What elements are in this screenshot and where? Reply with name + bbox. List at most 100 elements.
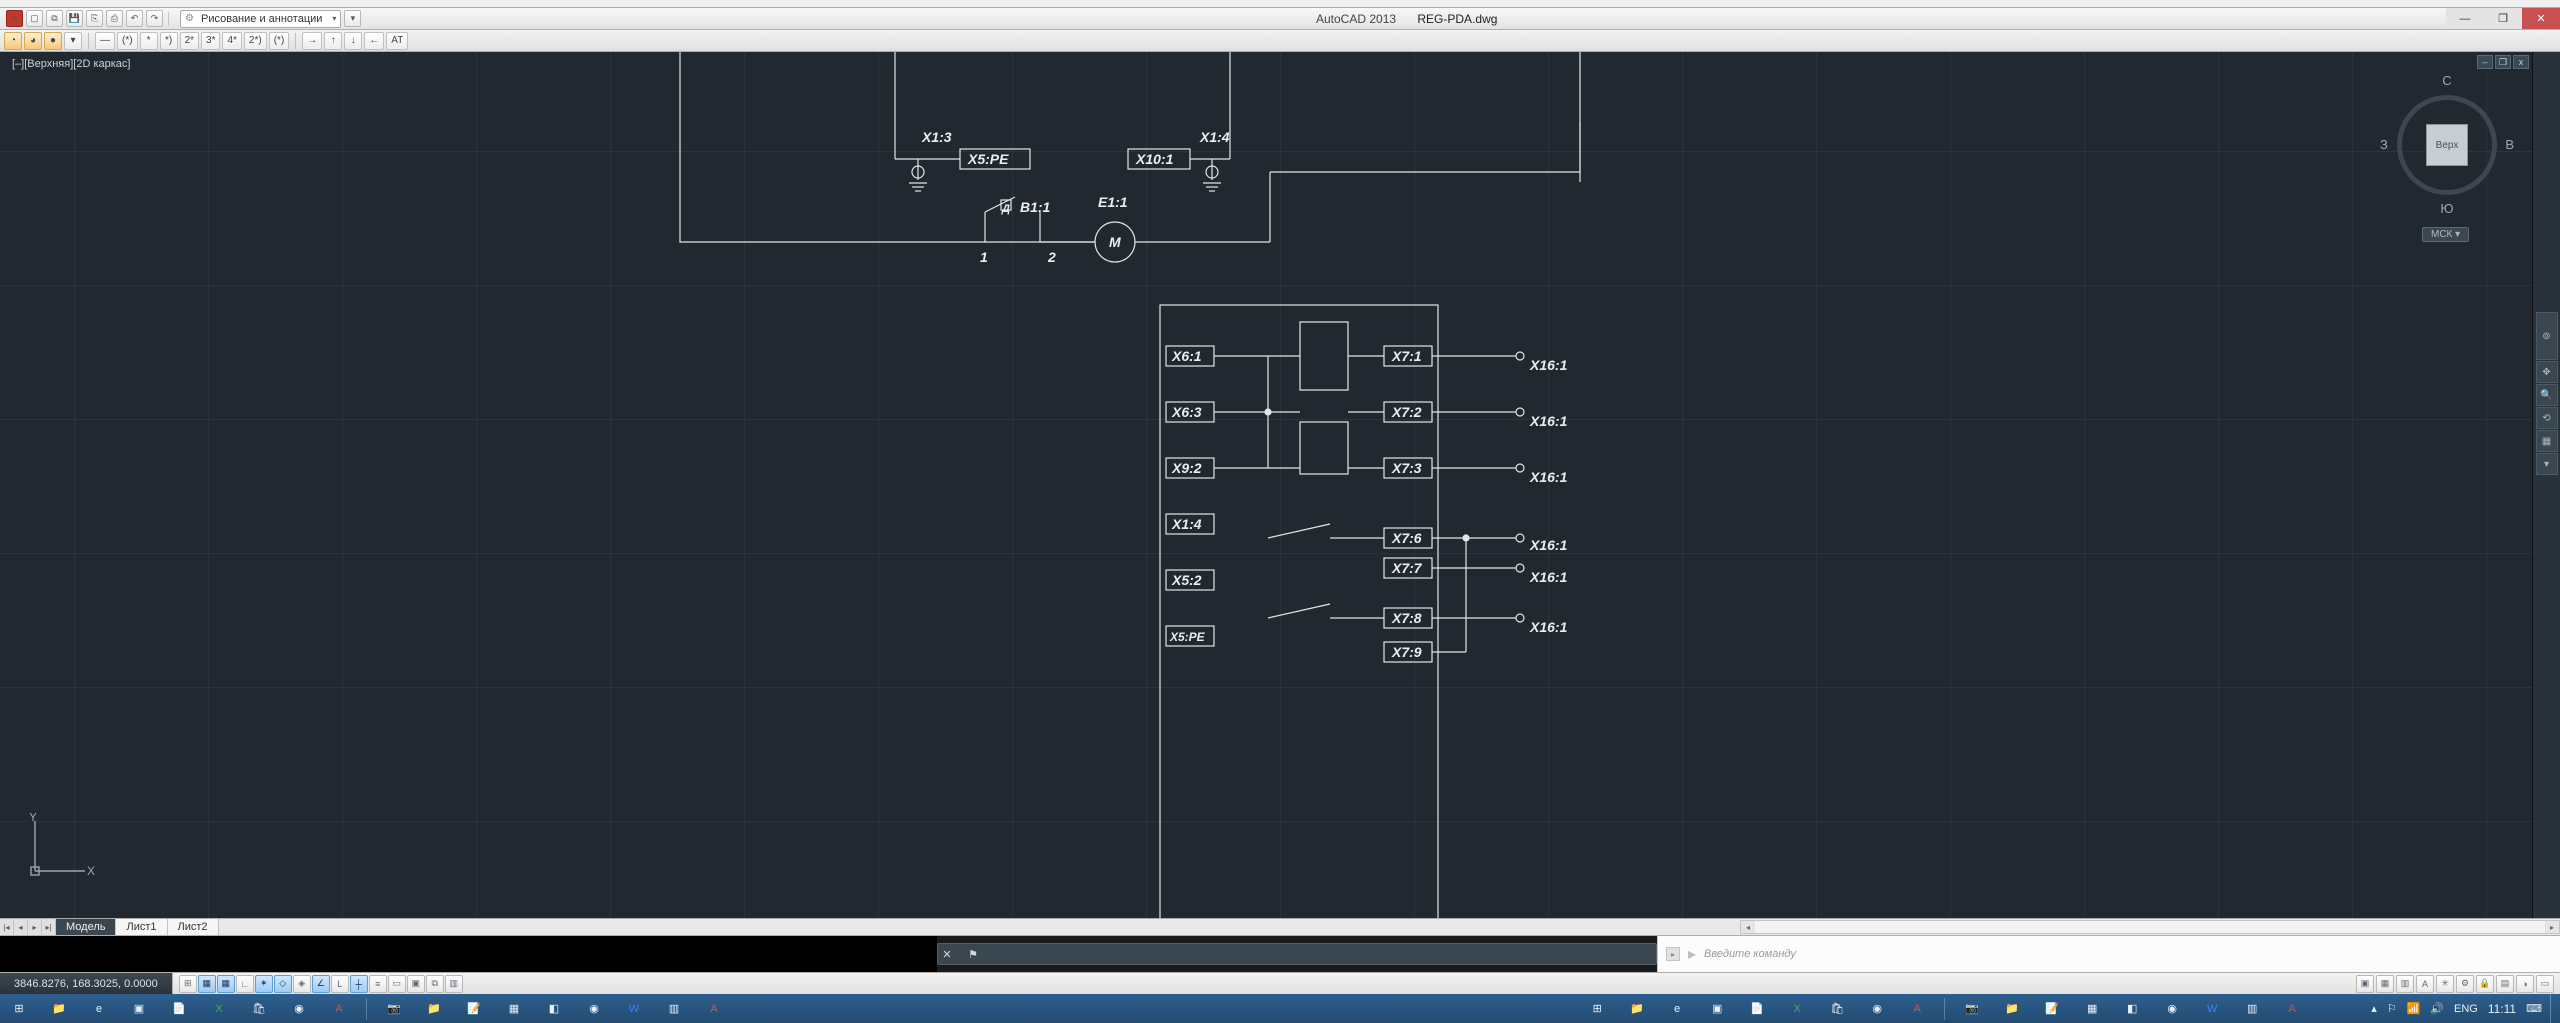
tray-clock[interactable]: 11:11 — [2488, 1002, 2516, 1016]
qat-redo-icon[interactable]: ↷ — [146, 10, 163, 27]
nav-orbit-icon[interactable]: ⟲ — [2536, 407, 2558, 429]
task-center12-icon[interactable]: 📝 — [2033, 996, 2071, 1021]
start-button[interactable]: ⊞ — [0, 996, 38, 1021]
task-chrome-icon[interactable]: ◉ — [280, 996, 318, 1021]
tray-chevron-icon[interactable]: ▴ — [2371, 1002, 2377, 1015]
task-center6-icon[interactable]: X — [1778, 996, 1816, 1021]
annotation-scale[interactable]: A — [2416, 975, 2434, 993]
task-center2-icon[interactable]: 📁 — [1618, 996, 1656, 1021]
quick-view-drawings[interactable]: ▥ — [2396, 975, 2414, 993]
tab-prev-button[interactable]: ◂ — [14, 919, 28, 935]
dim-token-3[interactable]: 2* — [180, 32, 199, 50]
toggle-3dosnap[interactable]: ◈ — [293, 975, 311, 993]
tray-flag-icon[interactable]: ⚐ — [2387, 1002, 2397, 1015]
app-menu-button[interactable]: A — [6, 10, 23, 27]
dim-arrow-down[interactable]: ↓ — [344, 32, 362, 50]
qat-saveas-icon[interactable]: ⎘ — [86, 10, 103, 27]
toggle-qp[interactable]: ▣ — [407, 975, 425, 993]
dim-btn-1[interactable]: ◕ — [24, 32, 42, 50]
task-running3-icon[interactable]: ▥ — [655, 996, 693, 1021]
toggle-ortho[interactable]: ∟ — [236, 975, 254, 993]
doc-restore-button[interactable]: ❐ — [2495, 55, 2511, 69]
toggle-otrack[interactable]: ∠ — [312, 975, 330, 993]
dim-token-4[interactable]: 3* — [201, 32, 220, 50]
nav-wheel-icon[interactable]: ⊚ — [2536, 312, 2558, 360]
dim-btn-0[interactable]: ◔ — [4, 32, 22, 50]
tab-first-button[interactable]: |◂ — [0, 919, 14, 935]
viewcube-face[interactable]: Верх — [2426, 124, 2468, 166]
task-center8-icon[interactable]: ◉ — [1858, 996, 1896, 1021]
qat-undo-icon[interactable]: ↶ — [126, 10, 143, 27]
toggle-snap[interactable]: ▦ — [198, 975, 216, 993]
horizontal-scrollbar[interactable]: ◂ ▸ — [1740, 920, 2560, 934]
toggle-lwt[interactable]: ≡ — [369, 975, 387, 993]
dim-token-0[interactable]: (*) — [117, 32, 138, 50]
toggle-sc[interactable]: ⧉ — [426, 975, 444, 993]
hscroll-left[interactable]: ◂ — [1741, 921, 1755, 933]
task-center14-icon[interactable]: ◧ — [2113, 996, 2151, 1021]
command-line-floating[interactable]: ✕ ⚑ — [937, 943, 1657, 965]
dim-AT[interactable]: AT — [386, 32, 408, 50]
task-cad-icon[interactable]: A — [320, 996, 358, 1021]
toggle-tpy[interactable]: ▭ — [388, 975, 406, 993]
task-center18-icon[interactable]: A — [2273, 996, 2311, 1021]
dim-arrow-up[interactable]: ↑ — [324, 32, 342, 50]
task-word-icon[interactable]: W — [615, 996, 653, 1021]
toggle-grid[interactable]: ▦ — [217, 975, 235, 993]
tray-language[interactable]: ENG — [2454, 1003, 2478, 1015]
dim-token-5[interactable]: 4* — [222, 32, 241, 50]
qat-plot-icon[interactable]: ⎙ — [106, 10, 123, 27]
cmd-config-icon[interactable]: ⚑ — [964, 945, 982, 963]
tray-volume-icon[interactable]: 🔊 — [2430, 1002, 2444, 1015]
dim-btn-3[interactable]: ▾ — [64, 32, 82, 50]
hscroll-right[interactable]: ▸ — [2545, 921, 2559, 933]
task-excel-icon[interactable]: X — [200, 996, 238, 1021]
isolate-objects[interactable]: ◑ — [2516, 975, 2534, 993]
viewcube[interactable]: С Верх З В Ю МСК ▾ — [2382, 67, 2512, 237]
hardware-accel[interactable]: ▤ — [2496, 975, 2514, 993]
dim-btn-line[interactable]: ― — [95, 32, 115, 50]
dim-btn-2[interactable]: ● — [44, 32, 62, 50]
dim-arrow-left[interactable]: ← — [364, 32, 384, 50]
clean-screen[interactable]: ▭ — [2536, 975, 2554, 993]
tab-model[interactable]: Модель — [56, 919, 116, 935]
qat-dropdown-icon[interactable]: ▾ — [344, 10, 361, 27]
window-close-button[interactable]: ✕ — [2522, 8, 2560, 29]
annotation-visibility[interactable]: ✳ — [2436, 975, 2454, 993]
dim-token-6[interactable]: 2*) — [244, 32, 267, 50]
toggle-osnap[interactable]: ◇ — [274, 975, 292, 993]
schematic-drawing[interactable]: X1:3 X5:PE X10:1 X1:4 Д B1:1 E1:1 М 1 2 … — [0, 52, 2532, 918]
task-chrome2-icon[interactable]: ◉ — [575, 996, 613, 1021]
task-ie-icon[interactable]: e — [80, 996, 118, 1021]
task-center16-icon[interactable]: W — [2193, 996, 2231, 1021]
tray-touchkbd-icon[interactable]: ⌨ — [2526, 1002, 2542, 1015]
show-desktop-button[interactable] — [2550, 994, 2560, 1023]
model-space-button[interactable]: ▣ — [2356, 975, 2374, 993]
command-history[interactable] — [0, 936, 937, 972]
toggle-dyn[interactable]: ┼ — [350, 975, 368, 993]
task-notepad-icon[interactable]: 📄 — [160, 996, 198, 1021]
workspace-selector[interactable]: Рисование и аннотации — [180, 10, 341, 28]
task-center4-icon[interactable]: ▣ — [1698, 996, 1736, 1021]
toggle-ducs[interactable]: L — [331, 975, 349, 993]
window-minimize-button[interactable]: — — [2446, 8, 2484, 29]
doc-minimize-button[interactable]: – — [2477, 55, 2493, 69]
cmd-close-icon[interactable]: ✕ — [938, 945, 956, 963]
task-center11-icon[interactable]: 📁 — [1993, 996, 2031, 1021]
task-running2-icon[interactable]: ◧ — [535, 996, 573, 1021]
task-center9-icon[interactable]: A — [1898, 996, 1936, 1021]
qat-save-icon[interactable]: 💾 — [66, 10, 83, 27]
toggle-infer[interactable]: ⊞ — [179, 975, 197, 993]
task-center17-icon[interactable]: ▥ — [2233, 996, 2271, 1021]
toolbar-lock[interactable]: 🔒 — [2476, 975, 2494, 993]
nav-pan-icon[interactable]: ✥ — [2536, 361, 2558, 383]
toggle-polar[interactable]: ✶ — [255, 975, 273, 993]
task-center13-icon[interactable]: ▦ — [2073, 996, 2111, 1021]
dim-token-1[interactable]: * — [140, 32, 158, 50]
task-center10-icon[interactable]: 📷 — [1953, 996, 1991, 1021]
toggle-am[interactable]: ▥ — [445, 975, 463, 993]
viewcube-wcs[interactable]: МСК ▾ — [2422, 227, 2469, 242]
task-center15-icon[interactable]: ◉ — [2153, 996, 2191, 1021]
task-cad2-icon[interactable]: A — [695, 996, 733, 1021]
workspace-switch[interactable]: ⚙ — [2456, 975, 2474, 993]
